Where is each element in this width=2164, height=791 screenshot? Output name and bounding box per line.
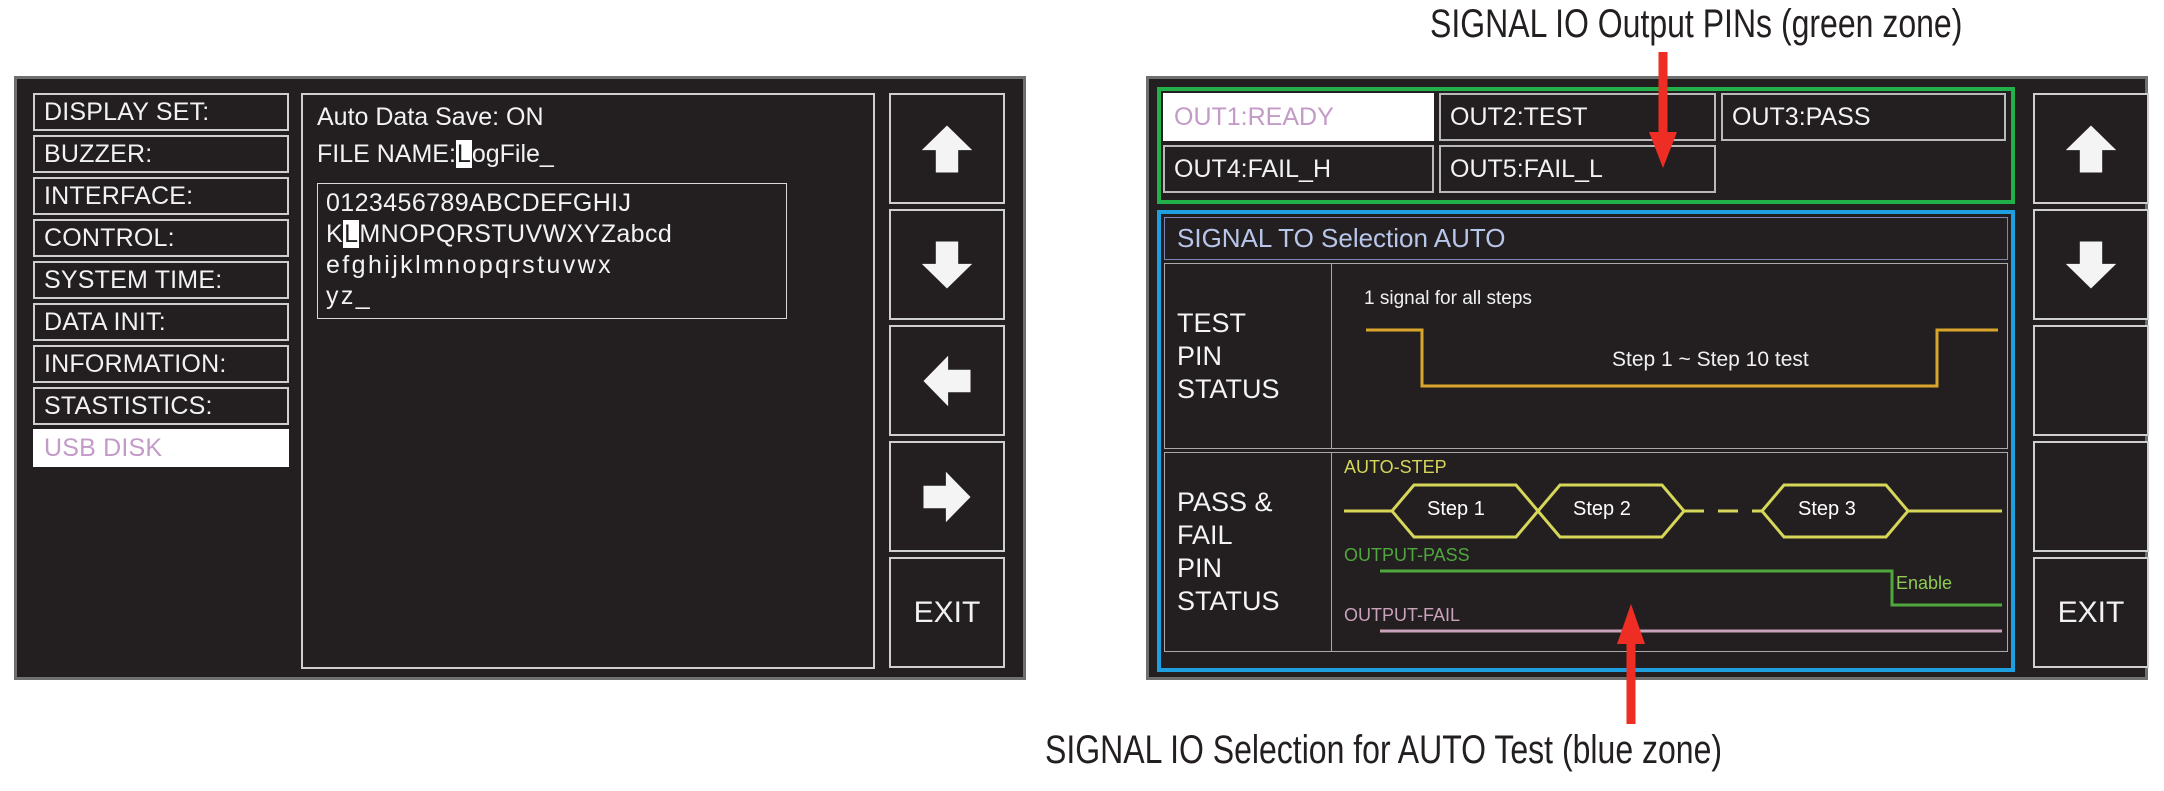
left-device-screen: DISPLAY SET: BUZZER: INTERFACE: CONTROL:… xyxy=(14,76,1026,680)
test-pin-label-line-2: STATUS xyxy=(1177,373,1280,404)
test-pin-status-label: TEST PIN STATUS xyxy=(1165,264,1332,448)
menu-item-label: INFORMATION: xyxy=(44,349,227,378)
up-arrow-icon xyxy=(2063,121,2119,177)
test-pin-status-block[interactable]: TEST PIN STATUS 1 signal for all steps S… xyxy=(1164,263,2008,449)
out-pin-label: OUT1:READY xyxy=(1174,102,1334,131)
test-pin-note: 1 signal for all steps xyxy=(1364,288,1532,309)
auto-step-2-label: Step 2 xyxy=(1573,498,1631,520)
annotation-top-text: SIGNAL IO Output PINs (green zone) xyxy=(1430,2,1963,46)
output-fail-waveform xyxy=(1380,629,2002,633)
pass-fail-label-line-1: FAIL xyxy=(1177,520,1233,550)
menu-item-interface[interactable]: INTERFACE: xyxy=(33,177,289,215)
right-device-screen: OUT1:READY OUT2:TEST OUT3:PASS OUT4:FAIL… xyxy=(1146,76,2149,680)
file-name-row: FILE NAME:LogFile_ xyxy=(303,132,873,169)
pass-fail-label-line-0: PASS & xyxy=(1177,487,1273,517)
up-arrow-icon xyxy=(919,121,975,177)
signal-selection-title: SIGNAL TO Selection AUTO xyxy=(1164,217,2008,260)
out-pin-out3-pass[interactable]: OUT3:PASS xyxy=(1721,93,2006,141)
right-key-column: EXIT xyxy=(2033,93,2149,669)
pass-fail-pin-status-block[interactable]: PASS & FAIL PIN STATUS AUTO-STEP Step 1 … xyxy=(1164,452,2008,652)
menu-item-control[interactable]: CONTROL: xyxy=(33,219,289,257)
menu-item-display-set[interactable]: DISPLAY SET: xyxy=(33,93,289,131)
charset-row-2[interactable]: efghijklmnopqrstuvwx xyxy=(326,250,786,281)
menu-item-label: INTERFACE: xyxy=(44,181,194,210)
out-pins-row-2: OUT4:FAIL_H OUT5:FAIL_L xyxy=(1163,145,2011,195)
menu-item-label: DATA INIT: xyxy=(44,307,166,336)
right-arrow-button[interactable] xyxy=(889,441,1005,552)
blank-key-2[interactable] xyxy=(2033,441,2149,552)
menu-item-label: CONTROL: xyxy=(44,223,175,252)
out-pin-out1-ready[interactable]: OUT1:READY xyxy=(1163,93,1435,141)
menu-item-label: SYSTEM TIME: xyxy=(44,265,223,294)
menu-item-usb-disk[interactable]: USB DISK xyxy=(33,429,289,467)
menu-item-label: USB DISK xyxy=(44,433,163,462)
menu-item-data-init[interactable]: DATA INIT: xyxy=(33,303,289,341)
output-pass-label: OUTPUT-PASS xyxy=(1344,545,1470,565)
out-pin-label: OUT3:PASS xyxy=(1732,102,1871,131)
charset-row-3[interactable]: yz_ xyxy=(326,281,786,312)
file-name-rest: ogFile_ xyxy=(471,140,554,168)
file-name-cursor-char: L xyxy=(455,140,472,168)
left-arrow-button[interactable] xyxy=(889,325,1005,436)
left-arrow-icon xyxy=(919,353,975,409)
test-pin-waveform-area: 1 signal for all steps Step 1 ~ Step 10 … xyxy=(1332,264,2007,448)
out-pin-empty-slot xyxy=(1721,145,2006,193)
charset-picker[interactable]: 0123456789ABCDEFGHIJ KLMNOPQRSTUVWXYZabc… xyxy=(317,183,787,319)
menu-item-system-time[interactable]: SYSTEM TIME: xyxy=(33,261,289,299)
auto-data-save-row: Auto Data Save: ON xyxy=(317,103,544,131)
signal-io-selection-auto-group: SIGNAL TO Selection AUTO TEST PIN STATUS… xyxy=(1157,210,2015,672)
menu-item-label: STASTISTICS: xyxy=(44,391,213,420)
out-pin-label: OUT4:FAIL_H xyxy=(1174,154,1331,183)
annotation-top-arrow xyxy=(1649,52,1677,168)
down-arrow-button[interactable] xyxy=(2033,209,2149,320)
menu-item-label: DISPLAY SET: xyxy=(44,97,210,126)
exit-button[interactable]: EXIT xyxy=(889,557,1005,668)
auto-step-3-label: Step 3 xyxy=(1798,498,1856,520)
pass-fail-waveform-area: AUTO-STEP Step 1 Step 2 Step 3 OUTPUT-PA… xyxy=(1332,453,2007,651)
up-arrow-button[interactable] xyxy=(889,93,1005,204)
exit-button-label: EXIT xyxy=(2057,595,2125,629)
down-arrow-icon xyxy=(919,237,975,293)
charset-cursor-char: L xyxy=(343,220,360,248)
pass-fail-pin-status-label: PASS & FAIL PIN STATUS xyxy=(1165,453,1332,651)
down-arrow-button[interactable] xyxy=(889,209,1005,320)
pass-fail-label-line-2: PIN xyxy=(1177,553,1223,583)
charset-row-1-suffix: MNOPQRSTUVWXYZabcd xyxy=(359,220,673,248)
charset-row-0[interactable]: 0123456789ABCDEFGHIJ xyxy=(326,188,786,219)
blank-key-1[interactable] xyxy=(2033,325,2149,436)
menu-item-buzzer[interactable]: BUZZER: xyxy=(33,135,289,173)
settings-menu-list: DISPLAY SET: BUZZER: INTERFACE: CONTROL:… xyxy=(33,93,289,471)
output-pass-enable-label: Enable xyxy=(1896,573,1953,593)
usb-disk-detail-pane: Auto Data Save: ON FILE NAME:LogFile_ 01… xyxy=(301,93,875,669)
output-fail-label: OUTPUT-FAIL xyxy=(1344,605,1461,625)
annotation-bottom-text: SIGNAL IO Selection for AUTO Test (blue … xyxy=(1045,728,1723,772)
file-name-label: FILE NAME: xyxy=(317,140,456,168)
left-key-column: EXIT xyxy=(889,93,1005,669)
charset-row-1-prefix: K xyxy=(326,220,344,248)
out-pin-label: OUT5:FAIL_L xyxy=(1450,154,1603,183)
right-arrow-icon xyxy=(919,469,975,525)
pass-fail-label-line-3: STATUS xyxy=(1177,586,1280,616)
up-arrow-button[interactable] xyxy=(2033,93,2149,204)
auto-step-1-label: Step 1 xyxy=(1427,498,1485,520)
test-pin-waveform-label: Step 1 ~ Step 10 test xyxy=(1612,348,1809,371)
menu-item-label: BUZZER: xyxy=(44,139,153,168)
out-pins-row-1: OUT1:READY OUT2:TEST OUT3:PASS xyxy=(1163,93,2011,143)
test-pin-label-line-1: PIN xyxy=(1177,340,1223,371)
annotation-bottom-arrow xyxy=(1617,604,1645,724)
signal-io-output-pins-group: OUT1:READY OUT2:TEST OUT3:PASS OUT4:FAIL… xyxy=(1157,87,2015,204)
charset-row-1[interactable]: KLMNOPQRSTUVWXYZabcd xyxy=(326,219,786,250)
exit-button[interactable]: EXIT xyxy=(2033,557,2149,668)
exit-button-label: EXIT xyxy=(913,595,981,629)
out-pin-out4-fail-h[interactable]: OUT4:FAIL_H xyxy=(1163,145,1435,193)
test-pin-label-line-0: TEST xyxy=(1177,307,1247,338)
menu-item-information[interactable]: INFORMATION: xyxy=(33,345,289,383)
down-arrow-icon xyxy=(2063,237,2119,293)
out-pin-label: OUT2:TEST xyxy=(1450,102,1588,131)
menu-item-stastistics[interactable]: STASTISTICS: xyxy=(33,387,289,425)
